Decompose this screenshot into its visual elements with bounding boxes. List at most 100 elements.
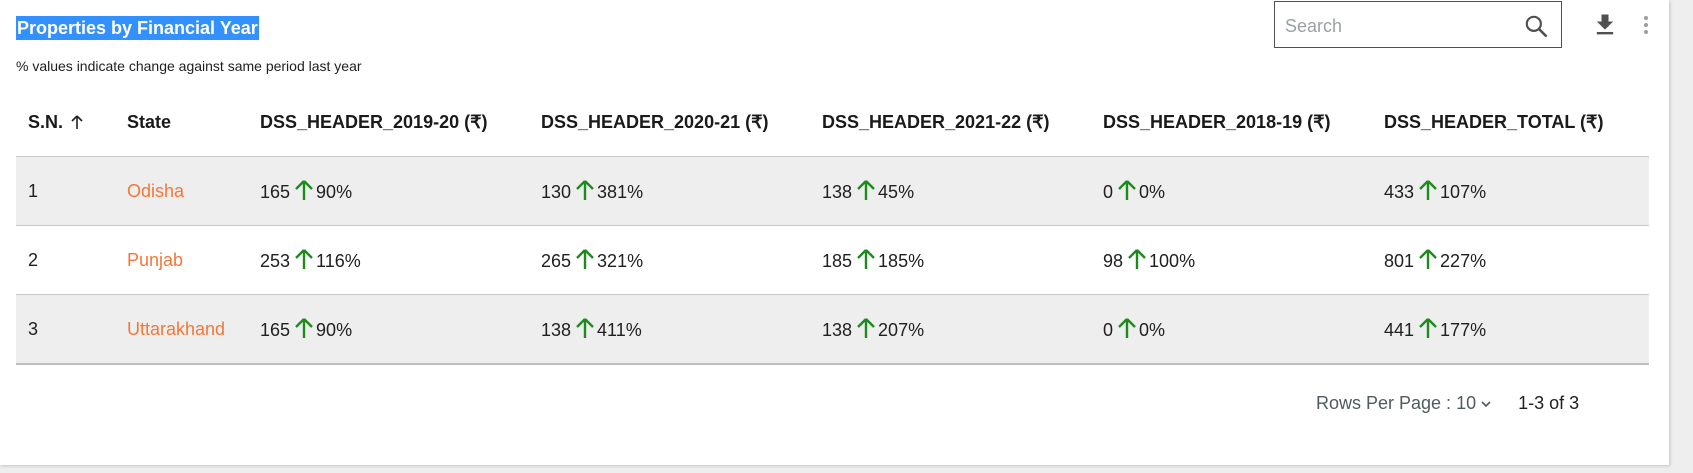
- cell-sn: 3: [16, 294, 115, 365]
- cell-amount: 0: [1103, 320, 1114, 340]
- cell-value: 253 116%: [248, 225, 529, 295]
- cell-sn: 1: [16, 156, 115, 226]
- arrow-up-icon: [295, 249, 313, 269]
- cell-state: Punjab: [115, 225, 248, 295]
- cell-value: 165 90%: [248, 156, 529, 226]
- arrow-up-icon: [1419, 318, 1437, 338]
- column-header-label: DSS_HEADER_2019-20 (₹): [260, 111, 488, 132]
- cell-change-percent: 107%: [1440, 182, 1487, 202]
- arrow-up-icon: [576, 180, 594, 200]
- table-row: 2 Punjab 253 116% 265 321% 185 185% 98 100% 801 227…: [16, 225, 1649, 295]
- arrow-up-icon: [1419, 180, 1437, 200]
- column-header-sn[interactable]: S.N.: [16, 88, 115, 157]
- pagination-range: 1-3 of 3: [1518, 393, 1580, 413]
- rows-per-page-select[interactable]: Rows Per Page : 10: [1316, 393, 1492, 414]
- page-subtitle: % values indicate change against same pe…: [16, 58, 362, 74]
- state-link[interactable]: Odisha: [127, 181, 184, 201]
- cell-change-percent: 90%: [316, 182, 353, 202]
- arrow-up-icon: [1419, 249, 1437, 269]
- cell-value: 138 207%: [810, 294, 1091, 365]
- arrow-up-icon: [1118, 318, 1136, 338]
- sort-ascending-icon[interactable]: [69, 114, 85, 130]
- column-header-2018-19[interactable]: DSS_HEADER_2018-19 (₹): [1091, 88, 1372, 157]
- column-header-2020-21[interactable]: DSS_HEADER_2020-21 (₹): [529, 88, 810, 157]
- cell-amount: 265: [541, 251, 572, 271]
- arrow-up-icon: [295, 180, 313, 200]
- arrow-up-icon: [857, 318, 875, 338]
- page-title: Properties by Financial Year: [16, 16, 259, 40]
- cell-change-percent: 411%: [597, 320, 642, 340]
- cell-amount: 0: [1103, 182, 1114, 202]
- column-header-label: DSS_HEADER_2018-19 (₹): [1103, 111, 1331, 132]
- more-vertical-icon[interactable]: [1634, 12, 1658, 38]
- table-row: 1 Odisha 165 90% 130 381% 138 45% 0 0% 433 107%: [16, 156, 1649, 226]
- arrow-up-icon: [857, 180, 875, 200]
- arrow-up-icon: [576, 318, 594, 338]
- cell-change-percent: 185%: [878, 251, 925, 271]
- state-link[interactable]: Punjab: [127, 250, 183, 270]
- cell-amount: 138: [822, 182, 853, 202]
- column-header-label: DSS_HEADER_2021-22 (₹): [822, 111, 1050, 132]
- cell-change-percent: 227%: [1440, 251, 1487, 271]
- cell-amount: 98: [1103, 251, 1124, 271]
- cell-amount: 801: [1384, 251, 1415, 271]
- cell-change-percent: 100%: [1149, 251, 1196, 271]
- download-icon[interactable]: [1591, 11, 1619, 39]
- cell-sn: 2: [16, 225, 115, 295]
- cell-change-percent: 116%: [316, 251, 361, 271]
- pagination: Rows Per Page : 10 1-3 of 3: [1316, 393, 1579, 414]
- column-header-label: DSS_HEADER_TOTAL (₹): [1384, 111, 1604, 132]
- cell-value: 98 100%: [1091, 225, 1372, 295]
- cell-change-percent: 0%: [1139, 182, 1166, 202]
- cell-change-percent: 381%: [597, 182, 644, 202]
- cell-amount: 185: [822, 251, 853, 271]
- cell-value: 185 185%: [810, 225, 1091, 295]
- search-input[interactable]: [1283, 10, 1517, 42]
- search-box[interactable]: [1274, 1, 1562, 48]
- arrow-up-icon: [1128, 249, 1146, 269]
- properties-table: S.N. State DSS_HEADER_2019-20 (₹) DSS_HE…: [16, 88, 1649, 365]
- cell-value: 801 227%: [1372, 225, 1649, 295]
- column-header-2019-20[interactable]: DSS_HEADER_2019-20 (₹): [248, 88, 529, 157]
- cell-amount: 441: [1384, 320, 1415, 340]
- cell-change-percent: 0%: [1139, 320, 1166, 340]
- cell-state: Odisha: [115, 156, 248, 226]
- rows-per-page-label: Rows Per Page : 10: [1316, 393, 1477, 413]
- cell-value: 138 411%: [529, 294, 810, 365]
- cell-change-percent: 177%: [1440, 320, 1487, 340]
- cell-value: 165 90%: [248, 294, 529, 365]
- arrow-up-icon: [857, 249, 875, 269]
- cell-value: 130 381%: [529, 156, 810, 226]
- cell-value: 265 321%: [529, 225, 810, 295]
- cell-amount: 165: [260, 320, 291, 340]
- arrow-up-icon: [576, 249, 594, 269]
- column-header-2021-22[interactable]: DSS_HEADER_2021-22 (₹): [810, 88, 1091, 157]
- cell-amount: 165: [260, 182, 291, 202]
- report-card: Properties by Financial Year % values in…: [0, 0, 1669, 465]
- column-header-label: S.N.: [28, 111, 64, 132]
- cell-amount: 433: [1384, 182, 1415, 202]
- cell-amount: 253: [260, 251, 291, 271]
- cell-change-percent: 90%: [316, 320, 353, 340]
- column-header-state[interactable]: State: [115, 88, 248, 157]
- table-header-row: S.N. State DSS_HEADER_2019-20 (₹) DSS_HE…: [16, 88, 1649, 157]
- column-header-label: State: [127, 111, 172, 132]
- search-icon[interactable]: [1523, 13, 1549, 39]
- table-row: 3 Uttarakhand 165 90% 138 411% 138 207% 0 0% 441 17…: [16, 294, 1649, 365]
- cell-change-percent: 321%: [597, 251, 644, 271]
- column-header-total[interactable]: DSS_HEADER_TOTAL (₹): [1372, 88, 1649, 157]
- cell-amount: 130: [541, 182, 572, 202]
- state-link[interactable]: Uttarakhand: [127, 319, 225, 339]
- arrow-up-icon: [1118, 180, 1136, 200]
- chevron-down-icon: [1481, 400, 1491, 407]
- cell-state: Uttarakhand: [115, 294, 248, 365]
- cell-amount: 138: [822, 320, 853, 340]
- cell-value: 441 177%: [1372, 294, 1649, 365]
- cell-change-percent: 207%: [878, 320, 925, 340]
- column-header-label: DSS_HEADER_2020-21 (₹): [541, 111, 769, 132]
- cell-value: 0 0%: [1091, 156, 1372, 226]
- cell-value: 433 107%: [1372, 156, 1649, 226]
- cell-amount: 138: [541, 320, 572, 340]
- cell-value: 138 45%: [810, 156, 1091, 226]
- cell-change-percent: 45%: [878, 182, 915, 202]
